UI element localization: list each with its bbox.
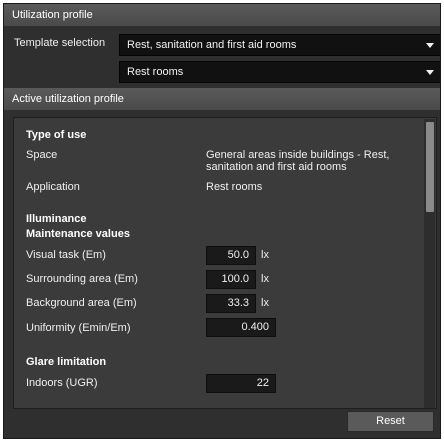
background-area-unit: lx [261,297,269,309]
panel-scrollbar-thumb[interactable] [426,122,434,212]
space-value-line2: sanitation and first aid rooms [206,161,347,173]
indoors-ugr-input[interactable]: 22 [206,374,276,393]
template-selection-label: Template selection [14,37,106,49]
chevron-down-icon [426,70,434,75]
reset-button[interactable]: Reset [347,411,434,432]
visual-task-label: Visual task (Em) [26,249,106,261]
visual-task-unit: lx [261,249,269,261]
active-utilization-profile-header: Active utilization profile [4,88,440,110]
glare-limitation-heading: Glare limitation [26,356,107,368]
template-selection-value: Rest, sanitation and first aid rooms [127,39,297,51]
type-of-use-heading: Type of use [26,129,87,141]
room-type-value: Rest rooms [127,66,184,78]
indoors-ugr-label: Indoors (UGR) [26,377,98,389]
application-value: Rest rooms [206,181,263,193]
visual-task-input[interactable]: 50.0 [206,246,256,265]
maintenance-values-heading: Maintenance values [26,228,130,240]
surrounding-area-unit: lx [261,273,269,285]
uniformity-input[interactable]: 0.400 [206,318,276,337]
room-type-dropdown[interactable]: Rest rooms [119,61,440,83]
utilization-profile-window: Utilization profile Template selection R… [3,3,441,439]
background-area-label: Background area (Em) [26,297,137,309]
utilization-profile-header: Utilization profile [4,4,440,26]
space-value-line1: General areas inside buildings - Rest, [206,149,390,161]
space-label: Space [26,149,58,161]
chevron-down-icon [426,43,434,48]
active-profile-panel: Type of use Space General areas inside b… [13,117,437,409]
illuminance-heading: Illuminance [26,213,87,225]
background-area-input[interactable]: 33.3 [206,294,256,313]
application-label: Application [26,181,80,193]
surrounding-area-label: Surrounding area (Em) [26,273,138,285]
template-selection-dropdown[interactable]: Rest, sanitation and first aid rooms [119,34,440,56]
uniformity-label: Uniformity (Emin/Em) [26,322,131,334]
surrounding-area-input[interactable]: 100.0 [206,270,256,289]
